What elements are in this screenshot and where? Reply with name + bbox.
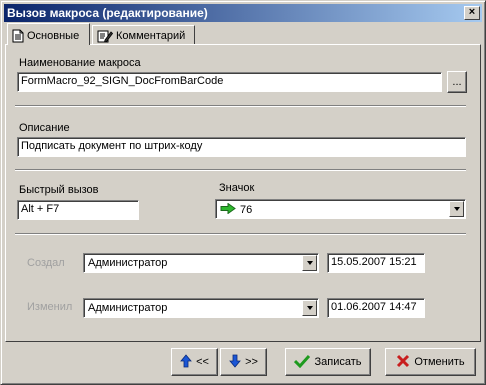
description-field[interactable]: Подписать документ по штрих-коду bbox=[17, 137, 466, 157]
created-date-field[interactable]: 15.05.2007 15:21 bbox=[327, 253, 425, 273]
modified-date-field[interactable]: 01.06.2007 14:47 bbox=[327, 298, 425, 318]
previous-record-label: << bbox=[196, 356, 209, 368]
checkmark-icon bbox=[294, 354, 311, 371]
macro-dialog-window: Вызов макроса (редактирование) × Основны… bbox=[0, 0, 486, 385]
hotkey-field[interactable]: Alt + F7 bbox=[17, 200, 139, 220]
document-icon bbox=[12, 29, 24, 43]
separator-1 bbox=[15, 105, 466, 107]
macro-name-field[interactable]: FormMacro_92_SIGN_DocFromBarCode bbox=[17, 72, 442, 92]
green-arrow-right-icon bbox=[220, 202, 236, 217]
next-record-button[interactable]: >> bbox=[220, 348, 267, 376]
separator-2 bbox=[15, 169, 466, 171]
cancel-button[interactable]: Отменить bbox=[385, 348, 476, 376]
macro-name-label: Наименование макроса bbox=[19, 57, 141, 69]
icon-select-dropdown-button[interactable] bbox=[449, 201, 464, 217]
created-label: Создал bbox=[27, 257, 65, 269]
separator-3 bbox=[15, 233, 466, 235]
save-button[interactable]: Записать bbox=[285, 348, 371, 376]
tab-main[interactable]: Основные bbox=[7, 23, 90, 45]
title-bar[interactable]: Вызов макроса (редактирование) × bbox=[4, 4, 482, 22]
arrow-down-icon bbox=[229, 354, 241, 371]
chevron-down-icon bbox=[306, 306, 313, 310]
window-title: Вызов макроса (редактирование) bbox=[7, 6, 208, 20]
created-by-value: Администратор bbox=[88, 257, 168, 269]
previous-record-button[interactable]: << bbox=[171, 348, 218, 376]
icon-label: Значок bbox=[219, 182, 255, 194]
arrow-up-icon bbox=[180, 353, 192, 371]
description-label: Описание bbox=[19, 122, 70, 134]
hotkey-label: Быстрый вызов bbox=[19, 184, 99, 196]
tab-main-label: Основные bbox=[27, 29, 80, 42]
icon-select-text: 76 bbox=[240, 204, 253, 216]
chevron-down-icon bbox=[306, 261, 313, 265]
save-label: Записать bbox=[314, 356, 362, 368]
icon-select-value: 76 bbox=[220, 202, 253, 217]
cross-icon bbox=[396, 354, 410, 371]
cancel-label: Отменить bbox=[414, 356, 465, 368]
created-by-select[interactable]: Администратор bbox=[83, 253, 319, 273]
icon-select[interactable]: 76 bbox=[215, 199, 466, 219]
modified-label: Изменил bbox=[27, 301, 73, 313]
chevron-down-icon bbox=[453, 207, 460, 211]
created-by-dropdown-button[interactable] bbox=[302, 255, 317, 271]
browse-button[interactable]: ... bbox=[447, 71, 467, 93]
edit-note-icon bbox=[97, 29, 113, 43]
tab-comment-label: Комментарий bbox=[116, 30, 186, 42]
close-window-button[interactable]: × bbox=[464, 6, 480, 20]
modified-by-dropdown-button[interactable] bbox=[302, 300, 317, 316]
tab-comment[interactable]: Комментарий bbox=[92, 25, 195, 44]
modified-by-select[interactable]: Администратор bbox=[83, 298, 319, 318]
next-record-label: >> bbox=[245, 356, 258, 368]
modified-by-value: Администратор bbox=[88, 302, 168, 314]
